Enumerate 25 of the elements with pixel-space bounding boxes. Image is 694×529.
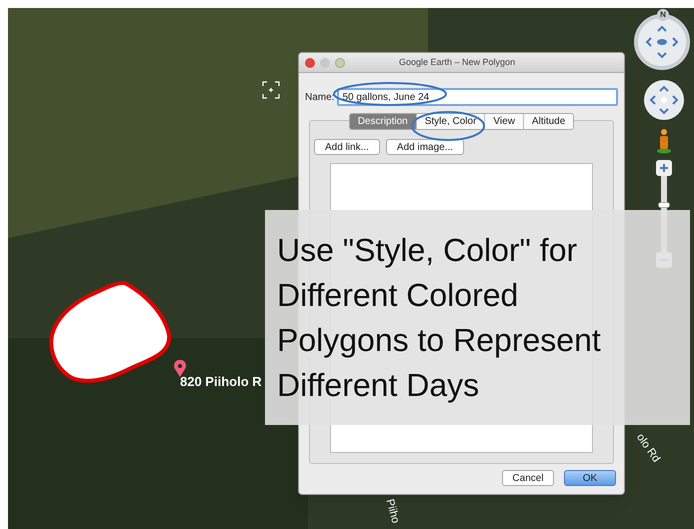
tab[interactable]: Description — [350, 114, 416, 129]
ok-button[interactable]: OK — [564, 470, 616, 486]
crosshair-icon — [262, 81, 280, 99]
road-label: Piiho — [382, 497, 402, 526]
caption-line: Different Days — [277, 366, 480, 405]
add-button[interactable]: Add link... — [314, 139, 380, 155]
tab[interactable]: Altitude — [522, 114, 574, 129]
move-arrows-icon — [649, 85, 679, 115]
map-pin-icon — [173, 360, 187, 378]
road-label: olo Rd — [633, 430, 664, 466]
tab[interactable]: View — [484, 114, 523, 129]
cancel-button[interactable]: Cancel — [502, 470, 554, 486]
caption-line: Different Colored — [277, 276, 520, 314]
name-label: Name: — [305, 90, 334, 104]
window-title: Google Earth – New Polygon — [399, 56, 516, 69]
caption-line: Polygons to Represent — [277, 320, 602, 360]
zoom-in-icon — [656, 160, 672, 176]
name-field[interactable]: 50 gallons, June 24 — [337, 88, 618, 106]
person-icon[interactable] — [656, 128, 672, 154]
add-button[interactable]: Add image... — [386, 139, 464, 155]
look-arrows-icon — [645, 25, 679, 59]
caption-line: Use "Style, Color" for — [277, 230, 578, 270]
tab[interactable]: Style, Color — [416, 114, 484, 129]
place-label: 820 Piiholo R — [180, 373, 262, 391]
close-icon[interactable] — [305, 58, 315, 68]
